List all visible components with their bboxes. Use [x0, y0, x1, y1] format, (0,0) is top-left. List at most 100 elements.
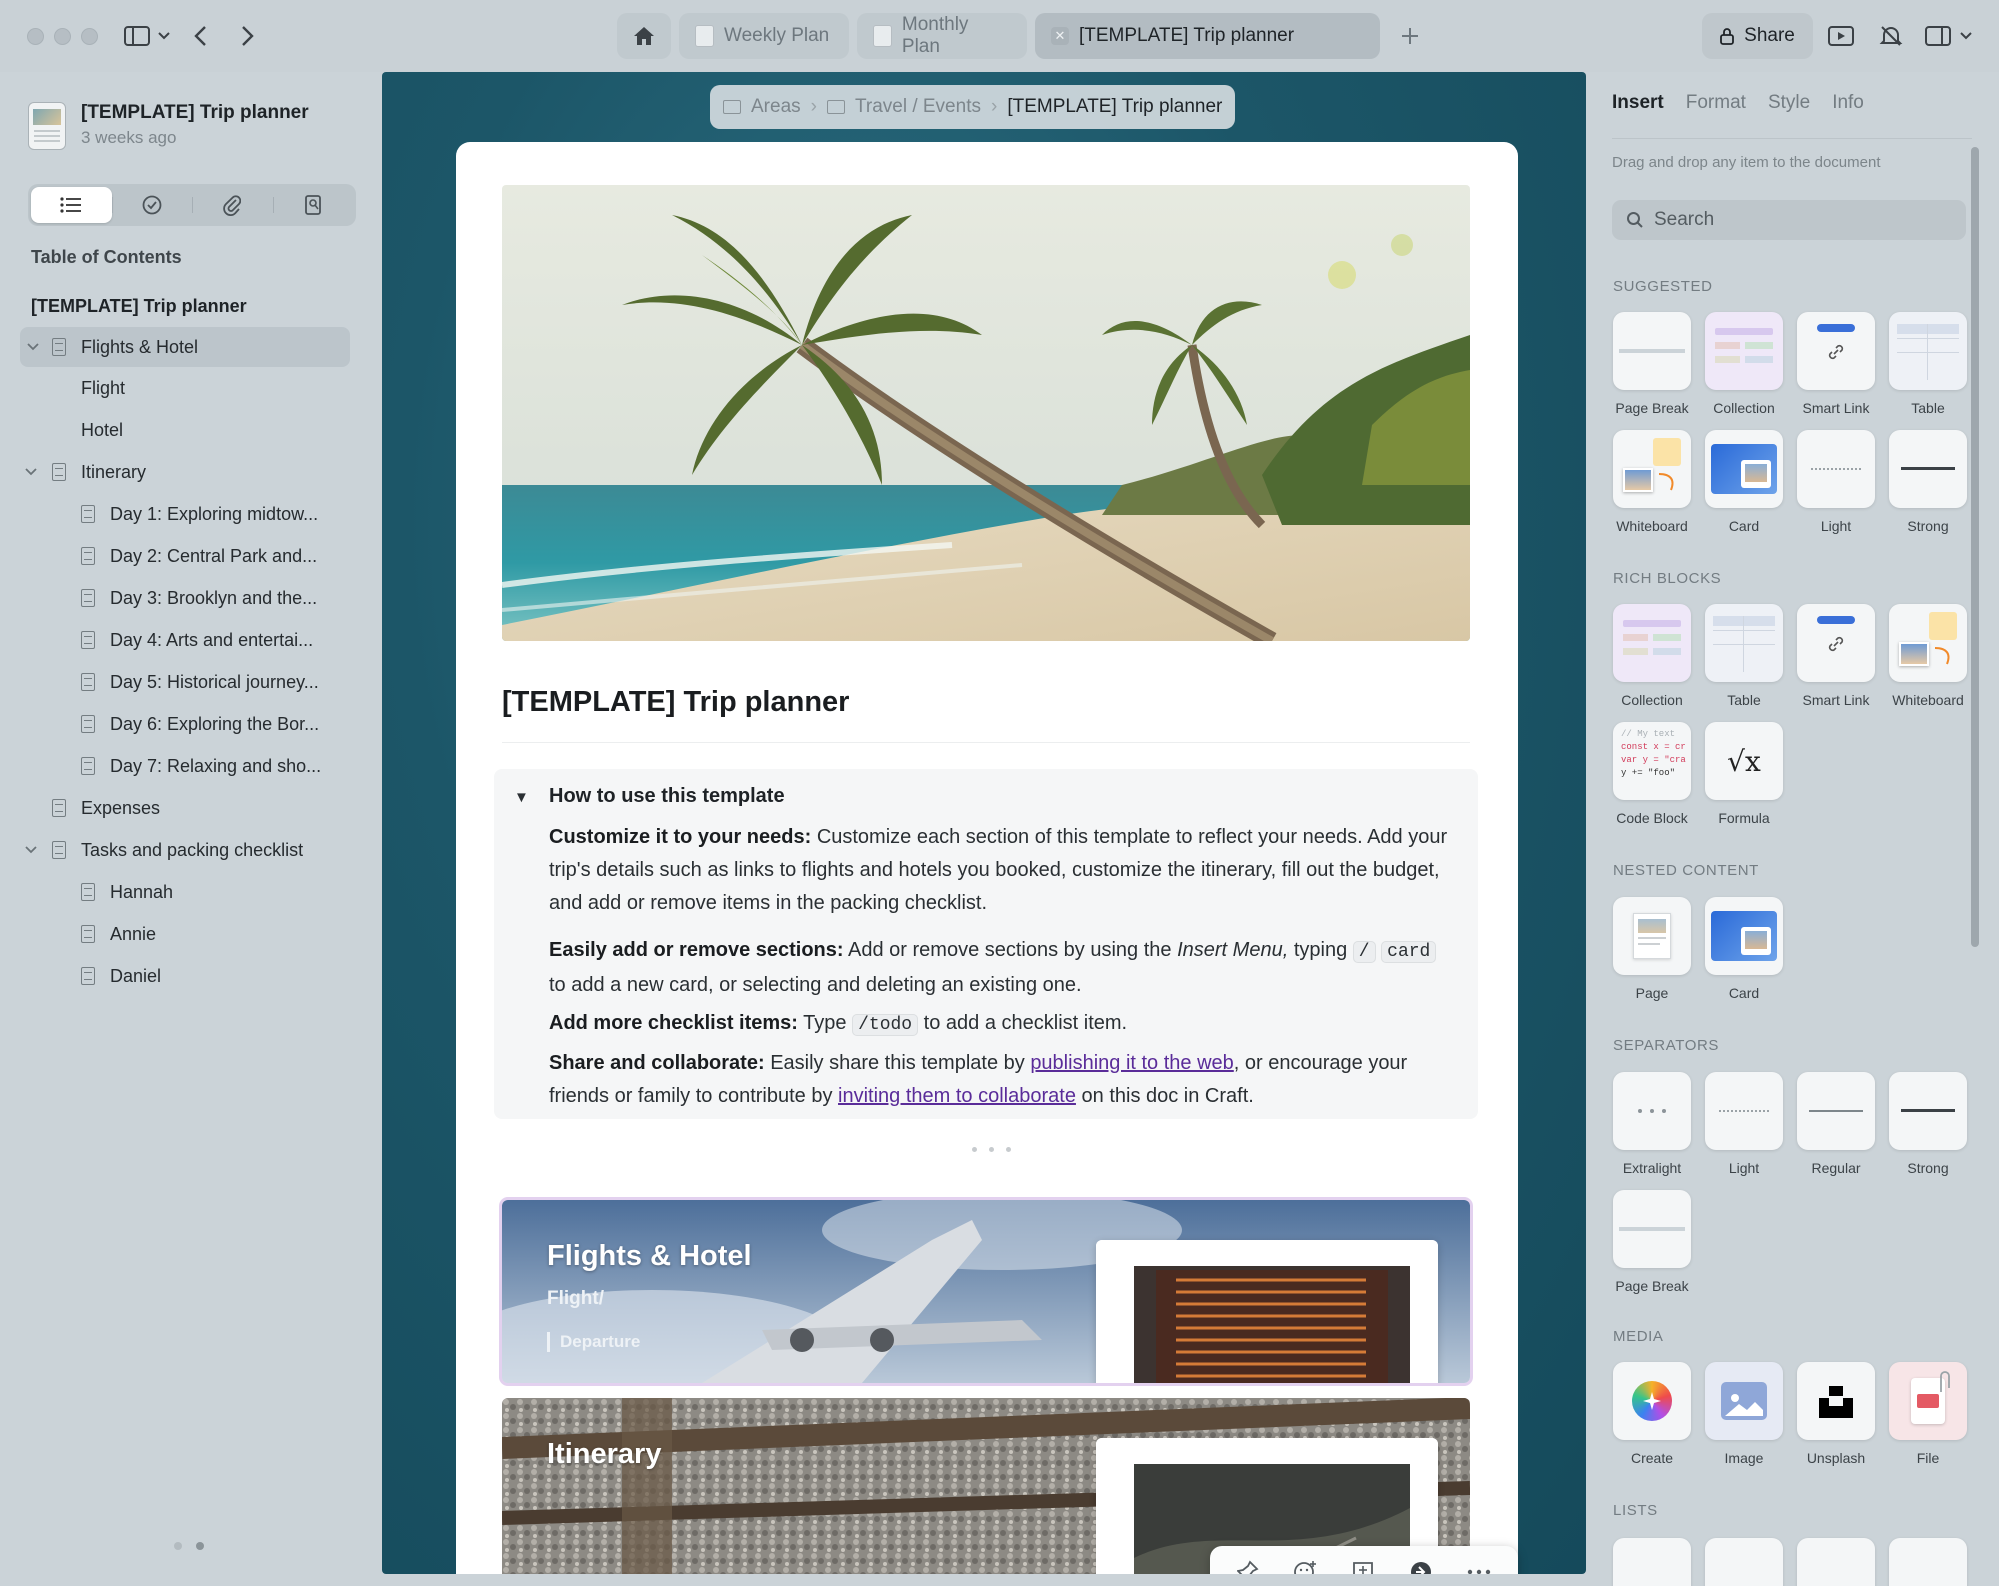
panel-scrollbar[interactable]	[1971, 147, 1979, 947]
new-tab-button[interactable]	[1388, 13, 1432, 59]
panel-tab-info[interactable]: Info	[1832, 92, 1864, 114]
chevron-down-icon[interactable]	[24, 845, 38, 855]
insert-item-regular-separator[interactable]: Regular	[1796, 1072, 1876, 1176]
toc-item-day7[interactable]: Day 7: Relaxing and sho...	[0, 746, 380, 786]
insert-item-extralight-separator[interactable]: Extralight	[1612, 1072, 1692, 1176]
insert-item-light-sep[interactable]: Light	[1704, 1072, 1784, 1176]
insert-item-list-2[interactable]	[1704, 1538, 1784, 1586]
tab-weekly-plan[interactable]: Weekly Plan	[679, 13, 849, 59]
share-button[interactable]: Share	[1702, 13, 1813, 59]
minimize-window-button[interactable]	[54, 28, 71, 45]
toc-item-hotel[interactable]: Hotel	[0, 410, 380, 450]
insert-item-formula[interactable]: √x Formula	[1704, 722, 1784, 826]
tasks-view-button[interactable]	[111, 187, 193, 223]
add-reaction-icon[interactable]	[1293, 1560, 1317, 1574]
forward-circle-icon[interactable]	[1409, 1560, 1433, 1574]
insert-item-unsplash[interactable]: Unsplash	[1796, 1362, 1876, 1466]
insert-item-light-separator[interactable]: Light	[1796, 430, 1876, 534]
panel-tab-format[interactable]: Format	[1686, 92, 1746, 114]
howto-paragraph-4[interactable]: Share and collaborate: Easily share this…	[549, 1047, 1449, 1113]
insert-item-image[interactable]: Image	[1704, 1362, 1784, 1466]
toc-item-tasks-packing[interactable]: Tasks and packing checklist	[0, 830, 380, 870]
toc-item-flights-hotel[interactable]: Flights & Hotel	[20, 327, 350, 367]
cover-image[interactable]	[502, 185, 1470, 641]
insert-item-list-3[interactable]	[1796, 1538, 1876, 1586]
toc-item-day6[interactable]: Day 6: Exploring the Bor...	[0, 704, 380, 744]
breadcrumb-item-travel[interactable]: Travel / Events	[855, 96, 981, 118]
card-flights-hotel[interactable]: Flights & Hotel Flight/ Departure	[502, 1200, 1470, 1383]
insert-item-page[interactable]: Page	[1612, 897, 1692, 1001]
howto-paragraph-3[interactable]: Add more checklist items: Type /todo to …	[549, 1007, 1449, 1042]
attachments-view-button[interactable]	[192, 187, 273, 223]
collaborate-link[interactable]: inviting them to collaborate	[838, 1085, 1076, 1107]
tab-monthly-plan[interactable]: Monthly Plan	[857, 13, 1027, 59]
sidebar-toggle-icon[interactable]	[118, 18, 178, 54]
tab-trip-planner[interactable]: ✕ [TEMPLATE] Trip planner	[1035, 13, 1380, 59]
document-title-heading[interactable]: [TEMPLATE] Trip planner	[502, 686, 849, 719]
insert-item-whiteboard[interactable]: Whiteboard	[1612, 430, 1692, 534]
toc-item-day1[interactable]: Day 1: Exploring midtow...	[0, 494, 380, 534]
toggle-triangle-icon[interactable]: ▼	[514, 789, 529, 806]
close-tab-icon[interactable]: ✕	[1051, 27, 1069, 45]
back-arrow-icon[interactable]	[182, 18, 220, 54]
toc-item-day4[interactable]: Day 4: Arts and entertai...	[0, 620, 380, 660]
breadcrumb-item-areas[interactable]: Areas	[751, 96, 801, 118]
chevron-down-icon[interactable]	[24, 467, 38, 477]
insert-item-list-1[interactable]	[1612, 1538, 1692, 1586]
close-window-button[interactable]	[27, 28, 44, 45]
toc-item-day3[interactable]: Day 3: Brooklyn and the...	[0, 578, 380, 618]
insert-item-collection-rich[interactable]: Collection	[1612, 604, 1692, 708]
toc-item-itinerary[interactable]: Itinerary	[0, 452, 380, 492]
insert-item-code-block[interactable]: // My text const x = cr var y = "cra y +…	[1612, 722, 1692, 826]
forward-arrow-icon[interactable]	[228, 18, 266, 54]
insert-item-strong-sep[interactable]: Strong	[1888, 1072, 1968, 1176]
document-thumbnail[interactable]	[28, 102, 66, 150]
insert-item-table[interactable]: Table	[1888, 312, 1968, 416]
publish-link[interactable]: publishing it to the web	[1030, 1052, 1233, 1074]
comments-view-button[interactable]	[272, 187, 354, 223]
tab-home[interactable]	[617, 13, 671, 59]
howto-paragraph-1[interactable]: Customize it to your needs: Customize ea…	[549, 821, 1449, 920]
howto-toggle-block[interactable]: ▼ How to use this template Customize it …	[494, 769, 1478, 1119]
panel-toggle-icon[interactable]	[1920, 18, 1980, 54]
howto-paragraph-2[interactable]: Easily add or remove sections: Add or re…	[549, 934, 1449, 1002]
toc-root[interactable]: [TEMPLATE] Trip planner	[0, 286, 380, 326]
insert-item-smart-link-rich[interactable]: Smart Link	[1796, 604, 1876, 708]
search-input[interactable]	[1654, 209, 1954, 231]
insert-item-list-4[interactable]	[1888, 1538, 1968, 1586]
pin-icon[interactable]	[1237, 1560, 1259, 1574]
insert-item-card[interactable]: Card	[1704, 430, 1784, 534]
toc-item-day2[interactable]: Day 2: Central Park and...	[0, 536, 380, 576]
breadcrumb-current[interactable]: [TEMPLATE] Trip planner	[1007, 96, 1222, 118]
insert-item-table-rich[interactable]: Table	[1704, 604, 1784, 708]
insert-search-field[interactable]	[1612, 200, 1966, 240]
chevron-down-icon[interactable]	[26, 342, 40, 352]
formula-icon: √x	[1705, 722, 1783, 800]
insert-item-page-break-sep[interactable]: Page Break	[1612, 1190, 1692, 1294]
toc-item-annie[interactable]: Annie	[0, 914, 380, 954]
insert-item-page-break[interactable]: Page Break	[1612, 312, 1692, 416]
insert-item-whiteboard-rich[interactable]: Whiteboard	[1888, 604, 1968, 708]
toc-item-day5[interactable]: Day 5: Historical journey...	[0, 662, 380, 702]
present-icon[interactable]	[1822, 18, 1860, 54]
more-options-icon[interactable]	[1467, 1568, 1491, 1574]
insert-item-card-nested[interactable]: Card	[1704, 897, 1784, 1001]
toc-item-daniel[interactable]: Daniel	[0, 956, 380, 996]
block-handle-dots[interactable]	[972, 1147, 1011, 1152]
panel-tab-insert[interactable]: Insert	[1612, 92, 1664, 114]
zoom-window-button[interactable]	[81, 28, 98, 45]
add-comment-icon[interactable]	[1351, 1560, 1375, 1574]
notifications-off-icon[interactable]	[1872, 18, 1910, 54]
toc-item-hannah[interactable]: Hannah	[0, 872, 380, 912]
insert-item-strong-separator[interactable]: Strong	[1888, 430, 1968, 534]
panel-tab-style[interactable]: Style	[1768, 92, 1810, 114]
toc-item-expenses[interactable]: Expenses	[0, 788, 380, 828]
insert-item-smart-link[interactable]: Smart Link	[1796, 312, 1876, 416]
toc-item-flight[interactable]: Flight	[0, 368, 380, 408]
insert-item-collection[interactable]: Collection	[1704, 312, 1784, 416]
toc-view-button[interactable]	[31, 187, 112, 223]
insert-item-create[interactable]: Create	[1612, 1362, 1692, 1466]
section-suggested-label: SUGGESTED	[1613, 278, 1713, 295]
sidebar-page-indicator[interactable]	[174, 1542, 204, 1550]
insert-item-file[interactable]: File	[1888, 1362, 1968, 1466]
